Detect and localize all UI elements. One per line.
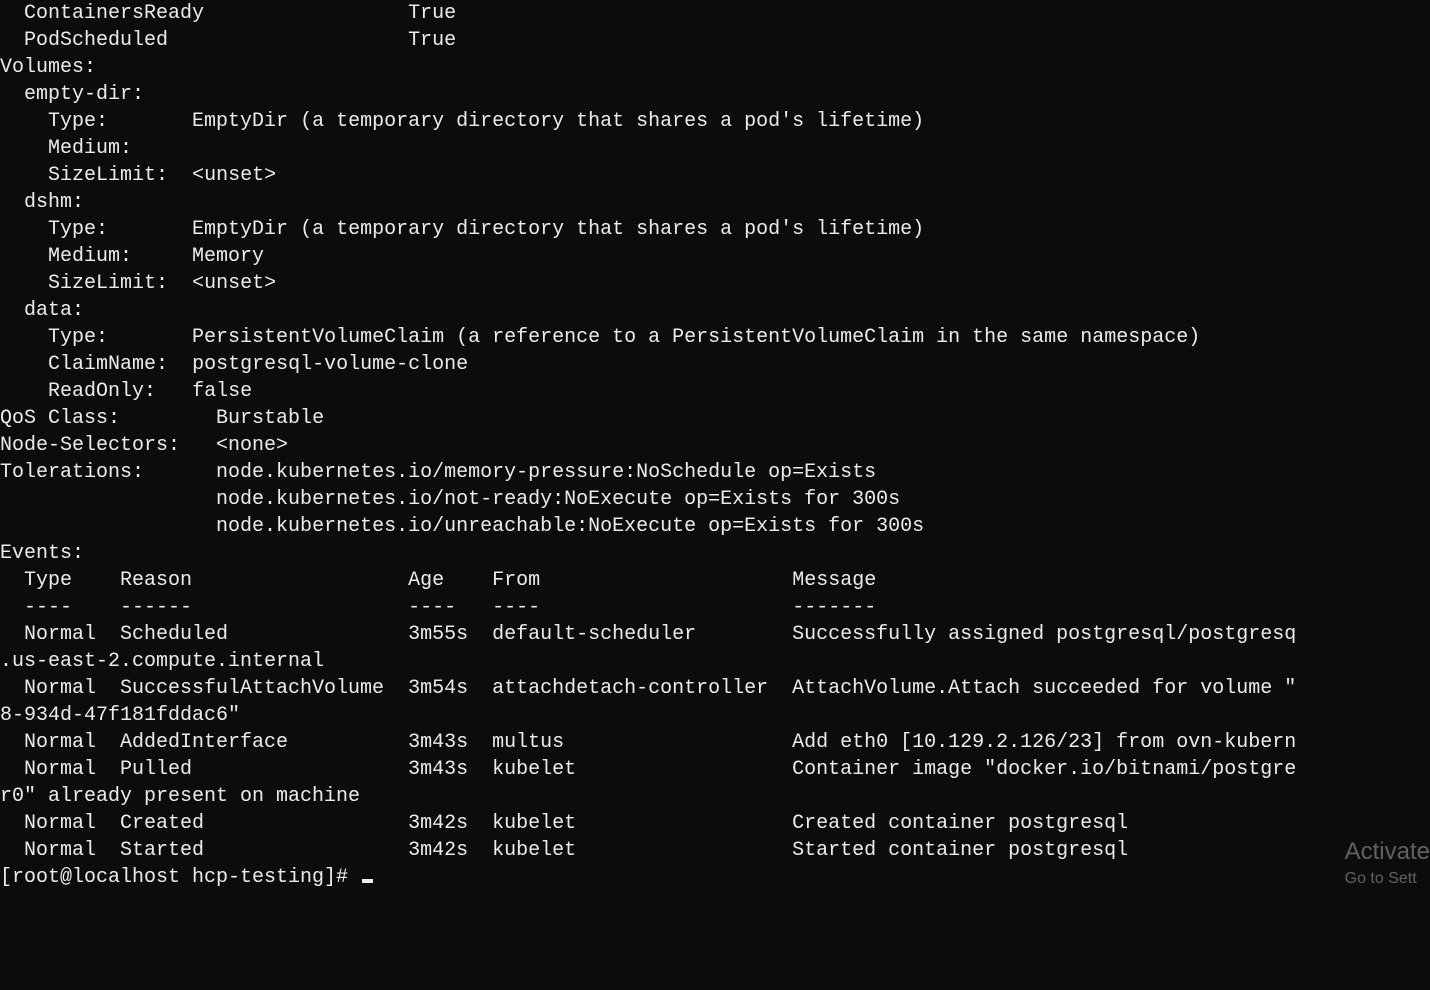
- events-dash-type: ----: [24, 596, 72, 619]
- cond-podscheduled-value: True: [408, 29, 456, 52]
- volume-dshm-medium-label: Medium:: [48, 245, 132, 268]
- tolerations-label: Tolerations:: [0, 461, 144, 484]
- node-selectors-label: Node-Selectors:: [0, 434, 180, 457]
- volume-dshm-type-value: EmptyDir (a temporary directory that sha…: [192, 218, 924, 241]
- cond-containersready-label: ContainersReady: [24, 2, 204, 25]
- events-col-age: Age: [408, 569, 444, 592]
- volume-emptydir-sizelimit-value: <unset>: [192, 164, 276, 187]
- volume-emptydir-sizelimit-label: SizeLimit:: [48, 164, 168, 187]
- events-col-type: Type: [24, 569, 72, 592]
- volume-emptydir-name: empty-dir:: [24, 83, 144, 106]
- qos-value: Burstable: [216, 407, 324, 430]
- volume-dshm-type-label: Type:: [48, 218, 108, 241]
- volume-data-name: data:: [24, 299, 84, 322]
- volume-data-type-label: Type:: [48, 326, 108, 349]
- toleration-line-1: node.kubernetes.io/memory-pressure:NoSch…: [216, 461, 876, 484]
- volume-dshm-sizelimit-value: <unset>: [192, 272, 276, 295]
- cond-containersready-value: True: [408, 2, 456, 25]
- volume-data-claimname-label: ClaimName:: [48, 353, 168, 376]
- volume-data-claimname-value: postgresql-volume-clone: [192, 353, 468, 376]
- qos-label: QoS Class:: [0, 407, 120, 430]
- volume-data-readonly-value: false: [192, 380, 252, 403]
- events-col-reason: Reason: [120, 569, 192, 592]
- volume-data-readonly-label: ReadOnly:: [48, 380, 156, 403]
- volume-dshm-medium-value: Memory: [192, 245, 264, 268]
- volume-dshm-name: dshm:: [24, 191, 84, 214]
- toleration-line-3: node.kubernetes.io/unreachable:NoExecute…: [216, 515, 924, 538]
- volume-dshm-sizelimit-label: SizeLimit:: [48, 272, 168, 295]
- volume-emptydir-medium-label: Medium:: [48, 137, 132, 160]
- volume-emptydir-type-value: EmptyDir (a temporary directory that sha…: [192, 110, 924, 133]
- terminal-output[interactable]: ContainersReady True PodScheduled True V…: [0, 0, 1430, 891]
- events-dash-age: ----: [408, 596, 456, 619]
- volume-emptydir-type-label: Type:: [48, 110, 108, 133]
- volume-data-type-value: PersistentVolumeClaim (a reference to a …: [192, 326, 1200, 349]
- events-col-from: From: [492, 569, 540, 592]
- cursor-icon: [362, 879, 373, 883]
- events-dash-from: ----: [492, 596, 540, 619]
- cond-containersready-label: [0, 2, 24, 25]
- cond-podscheduled-label: PodScheduled: [24, 29, 168, 52]
- events-dash-reason: ------: [120, 596, 192, 619]
- node-selectors-value: <none>: [216, 434, 288, 457]
- events-col-message: Message: [792, 569, 876, 592]
- events-header: Events:: [0, 542, 84, 565]
- toleration-line-2: node.kubernetes.io/not-ready:NoExecute o…: [216, 488, 900, 511]
- shell-prompt[interactable]: [root@localhost hcp-testing]#: [0, 866, 360, 889]
- events-dash-message: -------: [792, 596, 876, 619]
- volumes-header: Volumes:: [0, 56, 96, 79]
